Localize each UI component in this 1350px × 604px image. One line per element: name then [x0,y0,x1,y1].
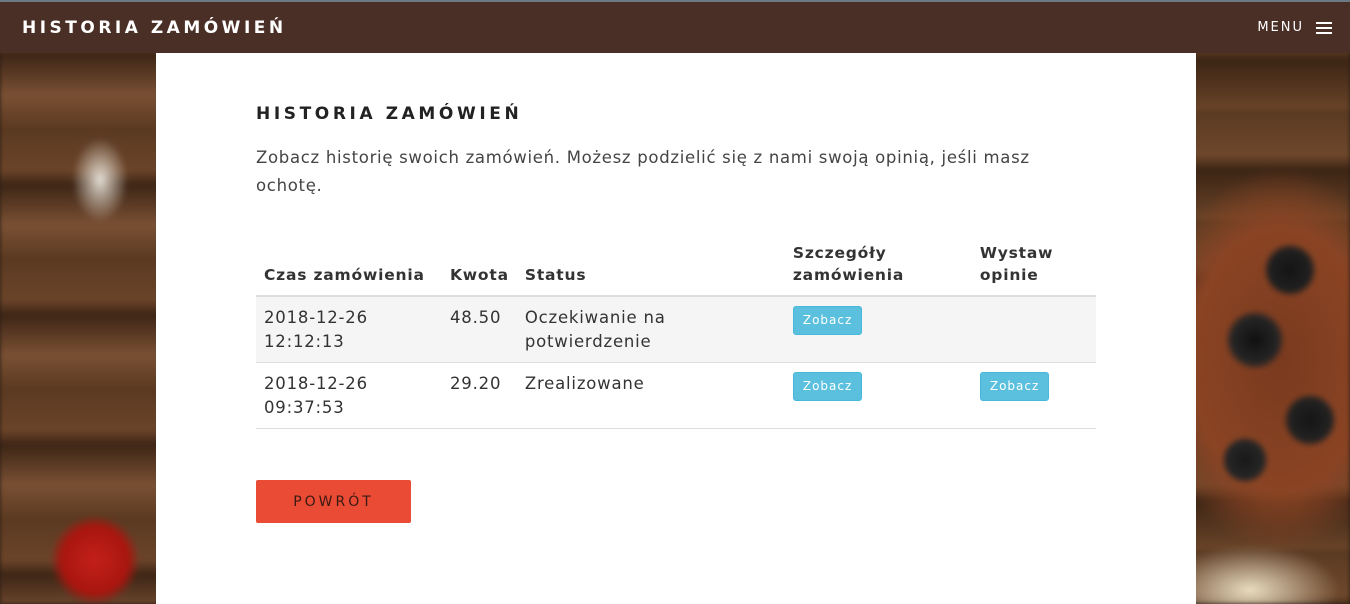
top-navbar: HISTORIA ZAMÓWIEŃ MENU [0,0,1350,53]
column-header-time: Czas zamówienia [256,238,442,297]
menu-label: MENU [1257,20,1304,35]
back-button[interactable]: POWRÓT [256,480,411,523]
table-row: 2018-12-26 12:12:13 48.50 Oczekiwanie na… [256,296,1096,363]
view-details-button[interactable]: Zobacz [792,306,863,335]
order-amount: 29.20 [442,362,517,429]
brand-title[interactable]: HISTORIA ZAMÓWIEŃ [22,18,287,38]
order-status: Oczekiwanie na potwierdzenie [516,296,785,363]
intro-text: Zobacz historię swoich zamówień. Możesz … [256,148,1030,195]
view-details-button[interactable]: Zobacz [792,372,863,401]
order-time: 2018-12-26 09:37:53 [256,362,442,429]
background-photo-left [0,0,160,604]
order-amount: 48.50 [442,296,517,363]
table-row: 2018-12-26 09:37:53 29.20 Zrealizowane Z… [256,362,1096,429]
order-time: 2018-12-26 12:12:13 [256,296,442,363]
background-photo-right [1190,0,1350,604]
order-status: Zrealizowane [516,362,785,429]
menu-button[interactable]: MENU [1257,20,1332,36]
order-review-cell: Zobacz [971,362,1096,429]
order-review-cell [971,296,1096,363]
column-header-status: Status [516,238,785,297]
hamburger-icon [1316,22,1332,34]
page-title: HISTORIA ZAMÓWIEŃ [256,104,523,124]
content-panel: HISTORIA ZAMÓWIEŃ Zobacz historię swoich… [156,53,1196,604]
write-review-button[interactable]: Zobacz [979,372,1050,401]
order-details-cell: Zobacz [784,296,972,363]
table-header-row: Czas zamówienia Kwota Status Szczegóły z… [256,238,1096,297]
column-header-details: Szczegóły zamówienia [784,238,972,297]
column-header-review: Wystaw opinie [971,238,1096,297]
orders-table: Czas zamówienia Kwota Status Szczegóły z… [256,238,1096,429]
column-header-amount: Kwota [442,238,517,297]
order-details-cell: Zobacz [784,362,972,429]
